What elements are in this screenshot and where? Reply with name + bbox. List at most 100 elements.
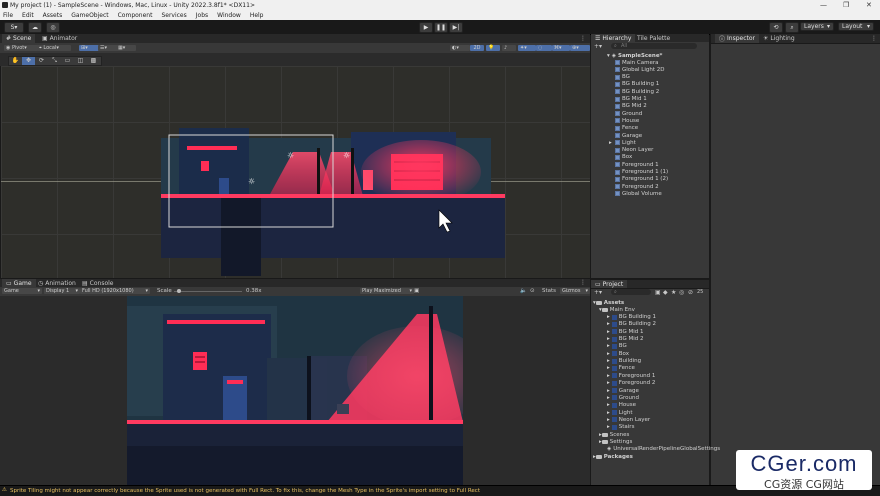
gizmos-dropdown[interactable]: Gizmos ▾	[560, 288, 590, 294]
move-tool-icon[interactable]: ✥	[22, 57, 35, 65]
minimize-button[interactable]: —	[820, 1, 827, 9]
menu-jobs[interactable]: Jobs	[196, 12, 208, 19]
asset-item[interactable]: ▸ Foreground 2	[591, 380, 655, 387]
scene-viewport[interactable]: ☼ ☼ ☼	[1, 66, 590, 278]
asset-item[interactable]: ▸ Ground	[591, 394, 639, 401]
menu-file[interactable]: File	[3, 12, 13, 19]
hierarchy-item[interactable]: Neon Layer	[591, 147, 653, 154]
vsync-icon[interactable]: ⊙	[530, 288, 535, 294]
hierarchy-item[interactable]: BG Mid 1	[591, 96, 647, 103]
effects-toggle-icon[interactable]: ✦▾	[518, 45, 536, 51]
filter-type-icon[interactable]: ▣	[655, 289, 661, 296]
asset-item[interactable]: ▸ Stairs	[591, 424, 634, 431]
asset-item[interactable]: ▸ BG	[591, 343, 627, 350]
asset-item[interactable]: ▸ Light	[591, 409, 633, 416]
rotate-tool-icon[interactable]: ⟳	[35, 57, 48, 65]
cloud-icon[interactable]: ☁	[28, 22, 42, 33]
asset-item[interactable]: ▸ Box	[591, 350, 629, 357]
close-button[interactable]: ✕	[866, 1, 872, 9]
asset-item[interactable]: ▸ BG Building 2	[591, 321, 656, 328]
asset-item[interactable]: ▸ Foreground 1	[591, 372, 655, 379]
hierarchy-search-input[interactable]: ⌕ All	[611, 43, 697, 49]
folder-item[interactable]: ▸ Settings	[591, 438, 632, 445]
hierarchy-item[interactable]: Main Camera	[591, 59, 658, 66]
asset-item[interactable]: ▸ BG Mid 1	[591, 328, 643, 335]
layers-dropdown[interactable]: Layers ▾	[800, 22, 834, 31]
tab-animator[interactable]: ▣ Animator	[38, 34, 81, 43]
folder-assets[interactable]: ▾ Assets	[591, 299, 624, 306]
folder-packages[interactable]: ▸ Packages	[591, 453, 633, 460]
hierarchy-item[interactable]: ▸ Light	[591, 139, 636, 146]
asset-item[interactable]: ▸ Neon Layer	[591, 416, 650, 423]
menu-services[interactable]: Services	[161, 12, 186, 19]
asset-item[interactable]: ▸ Building	[591, 358, 641, 365]
more-options-icon[interactable]: ⋮	[580, 35, 586, 42]
mute-audio-icon[interactable]: 🔈	[520, 288, 527, 294]
pause-button[interactable]: ❚❚	[434, 22, 448, 33]
gizmos-toggle-icon[interactable]: ⊕▾	[570, 45, 590, 51]
game-view-dropdown[interactable]: Game ▾	[2, 288, 42, 294]
hierarchy-item[interactable]: BG Building 1	[591, 81, 659, 88]
grid-snap-button[interactable]: ⊞▾	[79, 45, 99, 51]
search-icon[interactable]: ⌕	[785, 22, 799, 33]
tab-project[interactable]: ▭ Project	[591, 280, 628, 288]
frame-debug-icon[interactable]: ▣	[414, 288, 419, 294]
hierarchy-item[interactable]: Global Light 2D	[591, 66, 665, 73]
rect-tool-icon[interactable]: ▭	[61, 57, 74, 65]
audio-toggle-icon[interactable]: ♪	[502, 45, 516, 51]
asset-item[interactable]: ▸ House	[591, 402, 636, 409]
menu-assets[interactable]: Assets	[43, 12, 63, 19]
menu-window[interactable]: Window	[217, 12, 241, 19]
add-icon[interactable]: +▾	[594, 43, 602, 50]
asset-item[interactable]: ▸ Fence	[591, 365, 635, 372]
tab-scene[interactable]: # Scene	[2, 34, 36, 43]
more-options-icon[interactable]: ⋮	[580, 279, 586, 286]
game-viewport[interactable]	[0, 296, 590, 485]
collab-icon[interactable]: ◎	[46, 22, 60, 33]
step-button[interactable]: ▶|	[449, 22, 463, 33]
resolution-dropdown[interactable]: Full HD (1920x1080) ▾	[80, 288, 150, 294]
hierarchy-item[interactable]: Foreground 1	[591, 161, 659, 168]
maximize-button[interactable]: ❐	[843, 1, 849, 9]
menu-gameobject[interactable]: GameObject	[71, 12, 108, 19]
scale-slider[interactable]	[174, 289, 242, 293]
scale-slider-knob[interactable]	[177, 289, 182, 293]
asset-item[interactable]: ▸ BG Building 1	[591, 314, 656, 321]
menu-edit[interactable]: Edit	[22, 12, 34, 19]
camera-settings-icon[interactable]: ⌘▾	[552, 45, 570, 51]
draw-mode-button[interactable]: ◐▾	[450, 45, 470, 51]
pivot-dropdown[interactable]: ◉ Pivot ▾	[4, 45, 38, 51]
hand-tool-icon[interactable]: ✋	[9, 57, 22, 65]
transform-tool-icon[interactable]: ◫	[74, 57, 87, 65]
custom-tool-icon[interactable]: ▩	[87, 57, 100, 65]
hierarchy-item[interactable]: Ground	[591, 110, 642, 117]
menu-component[interactable]: Component	[118, 12, 153, 19]
tab-tile-palette[interactable]: Tile Palette	[633, 34, 674, 42]
tab-lighting[interactable]: ☀ Lighting	[759, 34, 799, 43]
visibility-icon[interactable]: ◎	[679, 289, 684, 296]
favorite-icon[interactable]: ★	[671, 289, 676, 296]
hierarchy-item[interactable]: BG	[591, 74, 630, 81]
play-button[interactable]: ▶	[419, 22, 433, 33]
folder-main-env[interactable]: ▾ Main Env	[591, 306, 635, 313]
hierarchy-item[interactable]: Foreground 1 (1)	[591, 169, 668, 176]
tab-hierarchy[interactable]: ☰ Hierarchy	[591, 34, 636, 42]
tab-console[interactable]: ▤ Console	[78, 279, 118, 287]
grid-settings-button[interactable]: ▦▾	[116, 45, 136, 51]
hierarchy-item[interactable]: Global Volume	[591, 190, 662, 197]
hierarchy-item[interactable]: Garage	[591, 132, 642, 139]
hierarchy-item[interactable]: Foreground 2	[591, 183, 659, 190]
layout-dropdown[interactable]: Layout ▾	[838, 22, 874, 31]
add-icon[interactable]: +▾	[594, 289, 602, 296]
hierarchy-item[interactable]: BG Mid 2	[591, 103, 647, 110]
history-icon[interactable]: ⟲	[769, 22, 783, 33]
hierarchy-item[interactable]: House	[591, 117, 639, 124]
hierarchy-item[interactable]: Foreground 1 (2)	[591, 176, 668, 183]
snap-increment-button[interactable]: ☰▾	[98, 45, 118, 51]
tab-animation[interactable]: ◷ Animation	[34, 279, 80, 287]
hidden-objects-icon[interactable]: ◌	[536, 45, 552, 51]
hierarchy-item[interactable]: BG Building 2	[591, 88, 659, 95]
stats-button[interactable]: Stats	[542, 288, 556, 294]
hierarchy-item[interactable]: Box	[591, 154, 632, 161]
mode-2d-button[interactable]: 2D	[470, 45, 484, 51]
